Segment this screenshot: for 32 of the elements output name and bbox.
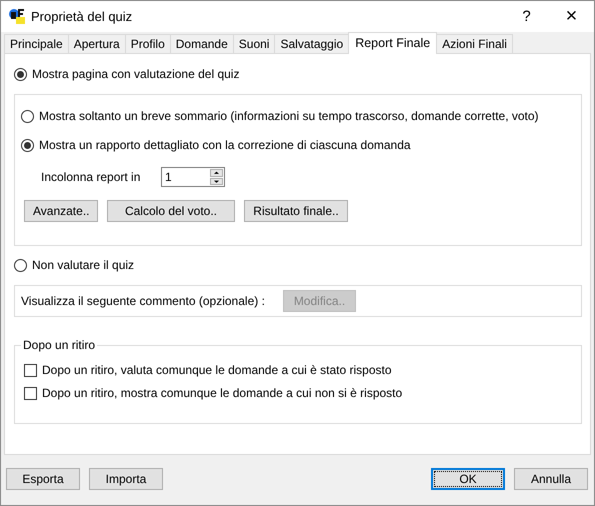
button[interactable]: Calcolo del voto.. [107,200,235,222]
tab[interactable]: Azioni Finali [436,34,513,53]
number-spinner[interactable]: 1 [161,167,225,187]
button[interactable]: Importa [89,468,163,490]
tab[interactable]: Apertura [68,34,126,53]
button[interactable]: Risultato finale.. [244,200,348,222]
tab[interactable]: Salvataggio [274,34,350,53]
radio-button[interactable] [21,138,34,152]
radio-label: Mostra un rapporto dettagliato con la correzione di ciascuna domanda [39,138,411,152]
tab[interactable]: Report Finale [348,32,438,54]
radio-label: Mostra soltanto un breve sommario (informazioni su tempo trascorso, domande corrette, voto) [39,109,539,123]
checkbox-label: Dopo un ritiro, valuta comunque le domande a cui è stato risposto [42,363,392,377]
window-title: Proprietà del quiz [31,9,134,24]
close-button[interactable]: × [549,5,594,28]
radio-label: Non valutare il quiz [32,258,134,272]
help-button[interactable]: ? [504,8,549,25]
radio-button[interactable] [14,258,27,272]
button[interactable]: Esporta [6,468,80,490]
button[interactable]: Avanzate.. [24,200,98,222]
group-title: Dopo un ritiro [21,338,98,352]
checkbox-label: Dopo un ritiro, mostra comunque le domande a cui non si è risposto [42,386,402,400]
comment-label: Visualizza il seguente commento (opzionale) : [21,294,266,308]
checkbox[interactable] [24,386,37,400]
radio-label: Mostra pagina con valutazione del quiz [32,67,240,81]
radio-button[interactable] [21,110,34,122]
radio-button[interactable] [14,68,27,80]
button[interactable]: Annulla [514,468,588,490]
field-label: Incolonna report in [41,170,142,184]
checkbox[interactable] [24,364,37,376]
app-logo-icon [9,8,26,25]
tab[interactable]: Principale [4,34,69,53]
button[interactable]: OK [431,468,505,490]
